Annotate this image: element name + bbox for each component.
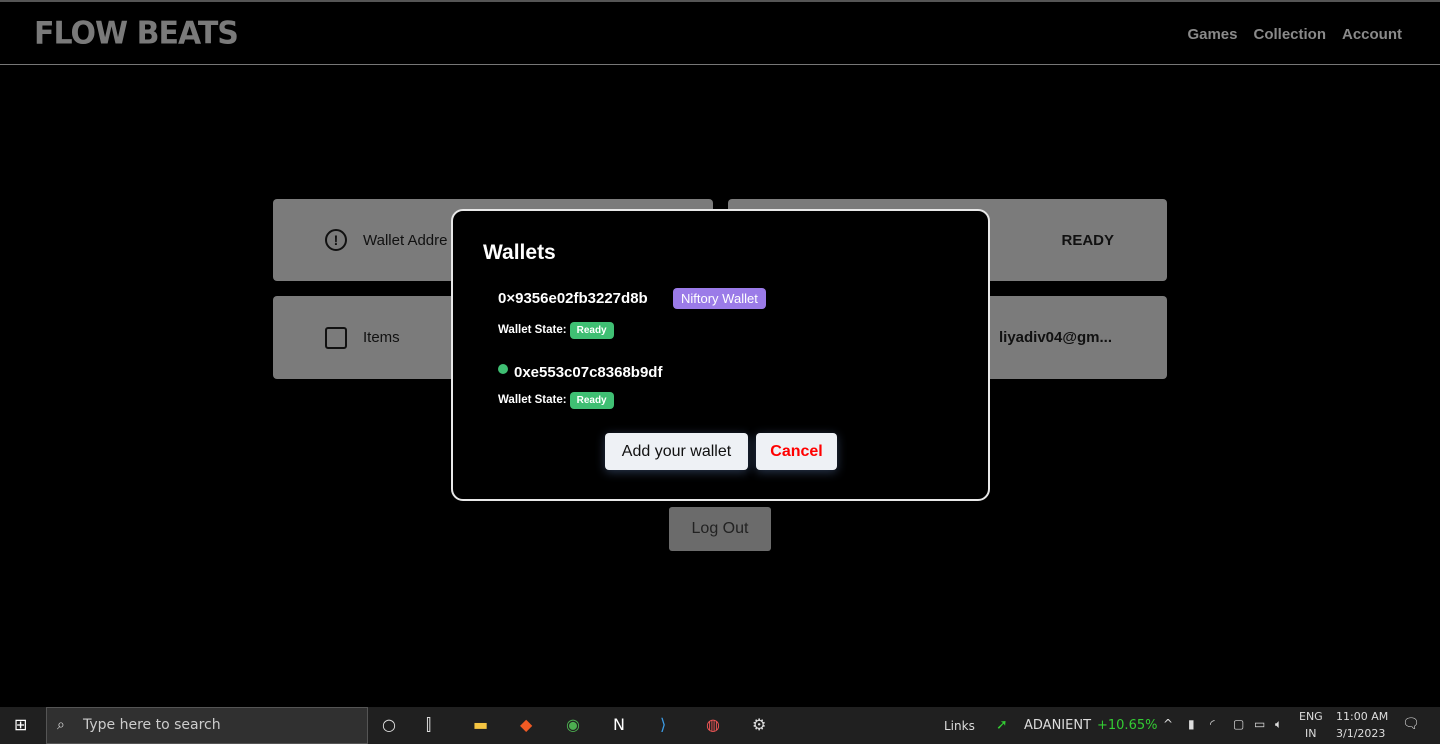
status-value: READY — [1061, 231, 1114, 249]
widgets-icon[interactable]: ⫿ — [426, 715, 431, 735]
camera-icon[interactable]: ▢ — [1233, 717, 1244, 731]
stock-name[interactable]: ADANIENT — [1024, 718, 1091, 733]
wallets-modal: Wallets 0×9356e02fb3227d8b Niftory Walle… — [451, 209, 990, 501]
nav-account[interactable]: Account — [1342, 26, 1402, 43]
settings-icon[interactable]: ⚙ — [752, 715, 766, 734]
logout-button[interactable]: Log Out — [669, 507, 771, 551]
box-icon — [325, 326, 347, 349]
chrome-icon[interactable]: ◉ — [566, 715, 580, 734]
wallet-state-1: Wallet State: Ready — [498, 322, 614, 339]
microphone-icon[interactable]: ▮ — [1188, 717, 1195, 731]
notion-icon[interactable]: N — [613, 715, 625, 734]
chevron-up-icon[interactable]: ^ — [1163, 717, 1173, 731]
active-dot-icon — [498, 364, 508, 374]
alert-icon: ! — [325, 229, 347, 251]
region[interactable]: IN — [1305, 727, 1316, 740]
file-explorer-icon[interactable]: ▬ — [473, 715, 488, 734]
email-value: liyadiv04@gm... — [998, 329, 1112, 346]
app-icon[interactable]: ◍ — [706, 715, 720, 734]
wallet-state-2: Wallet State: Ready — [498, 392, 614, 409]
notifications-icon[interactable]: 🗨︎ — [1402, 716, 1420, 732]
nav-games[interactable]: Games — [1187, 26, 1237, 43]
stock-change: +10.65% — [1097, 718, 1158, 733]
stock-trend-icon: ➚ — [996, 717, 1008, 733]
taskbar-search[interactable]: ⌕ Type here to search — [46, 707, 368, 744]
nav-collection[interactable]: Collection — [1253, 26, 1326, 43]
ready-badge: Ready — [569, 392, 614, 409]
battery-icon[interactable]: ▭ — [1254, 717, 1265, 731]
items-label: Items — [363, 329, 400, 346]
taskbar: ⊞ ⌕ Type here to search ○ ⫿ ▬ ◆ ◉ N ⟩ ◍ … — [0, 707, 1440, 744]
volume-icon[interactable]: 🔈︎ — [1275, 717, 1282, 732]
language[interactable]: ENG — [1299, 710, 1323, 723]
state-label: Wallet State: — [498, 324, 567, 336]
clock-time[interactable]: 11:00 AM — [1336, 710, 1388, 723]
task-view-icon[interactable]: ○ — [382, 715, 396, 734]
ready-badge: Ready — [569, 322, 614, 339]
niftory-wallet-badge: Niftory Wallet — [673, 288, 766, 309]
wallet-address-2: 0xe553c07c8368b9df — [514, 364, 663, 381]
state-label: Wallet State: — [498, 394, 567, 406]
modal-title: Wallets — [483, 241, 556, 264]
wallet-address-1: 0×9356e02fb3227d8b — [498, 290, 648, 307]
clock-date[interactable]: 3/1/2023 — [1336, 727, 1385, 740]
search-placeholder: Type here to search — [83, 717, 221, 733]
wifi-icon[interactable]: ◜ — [1210, 717, 1215, 731]
logo[interactable]: FLOW BEATS — [34, 15, 239, 52]
nav: Games Collection Account — [1187, 26, 1402, 43]
add-wallet-button[interactable]: Add your wallet — [605, 433, 748, 470]
vscode-icon[interactable]: ⟩ — [660, 715, 666, 734]
cancel-button[interactable]: Cancel — [756, 433, 837, 470]
top-bar: FLOW BEATS Games Collection Account — [0, 0, 1440, 65]
search-icon: ⌕ — [57, 717, 65, 733]
links-label[interactable]: Links — [944, 719, 975, 733]
brave-icon[interactable]: ◆ — [520, 715, 532, 734]
windows-start-icon[interactable]: ⊞ — [14, 715, 27, 734]
wallet-address-label: Wallet Addre — [363, 231, 448, 249]
